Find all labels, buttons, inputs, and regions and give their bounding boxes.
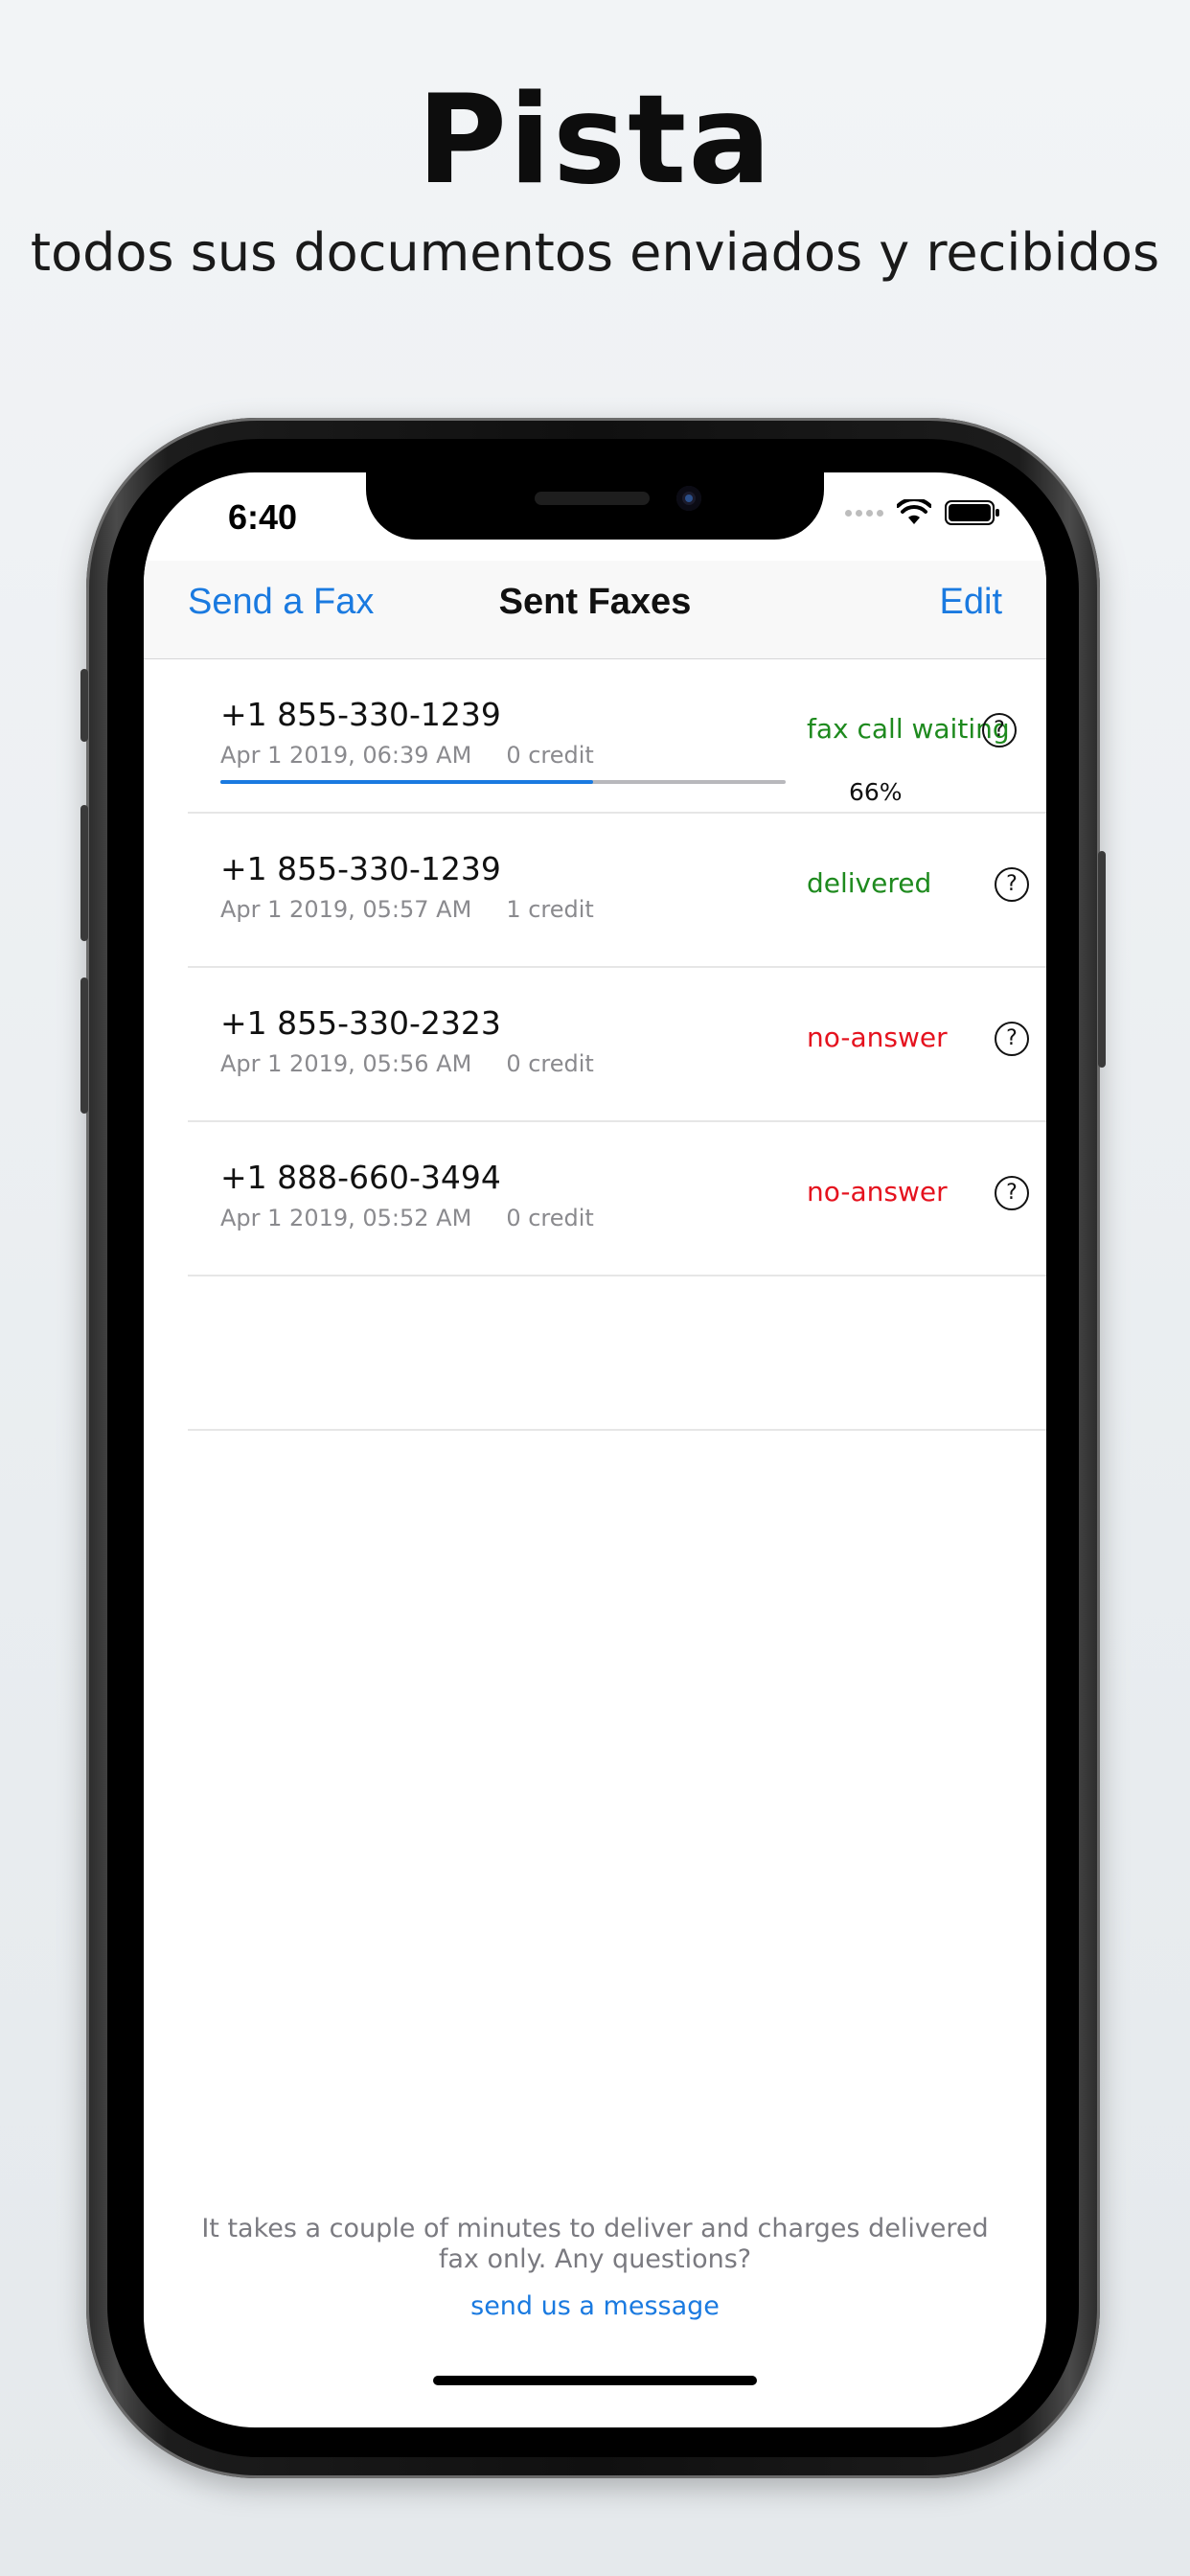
send-message-link[interactable]: send us a message	[144, 2291, 1046, 2321]
fax-date: Apr 1 2019, 06:39 AM	[220, 742, 472, 769]
fax-meta: Apr 1 2019, 05:56 AM 0 credit	[220, 1050, 594, 1077]
page-title: Sent Faxes	[498, 582, 692, 622]
fax-row[interactable]: +1 888-660-3494 Apr 1 2019, 05:52 AM 0 cr…	[188, 1122, 1046, 1276]
empty-row	[188, 1276, 1046, 1431]
volume-down-button	[80, 978, 88, 1114]
fax-number: +1 855-330-1239	[220, 696, 501, 733]
fax-date: Apr 1 2019, 05:52 AM	[220, 1205, 472, 1231]
camera	[676, 486, 701, 511]
fax-status: delivered	[807, 867, 932, 899]
fax-status: no-answer	[807, 1022, 948, 1053]
fax-credit: 1 credit	[506, 896, 594, 923]
fax-status: no-answer	[807, 1176, 948, 1208]
fax-status: fax call waiting	[807, 713, 1010, 745]
promo-subheadline: todos sus documentos enviados y recibido…	[30, 222, 1160, 283]
fax-meta: Apr 1 2019, 05:57 AM 1 credit	[220, 896, 594, 923]
wifi-icon	[897, 499, 931, 524]
fax-credit: 0 credit	[506, 742, 594, 769]
edit-button[interactable]: Edit	[940, 582, 1002, 623]
footer-note: It takes a couple of minutes to deliver …	[201, 2214, 989, 2274]
home-indicator[interactable]	[433, 2376, 757, 2385]
phone-screen: 6:40 Send a Fax Sent Faxes Edit +1 855-3…	[144, 472, 1046, 2427]
fax-number: +1 855-330-1239	[220, 850, 501, 887]
signal-icon	[845, 509, 883, 517]
fax-meta: Apr 1 2019, 06:39 AM 0 credit	[220, 742, 594, 769]
status-icons	[845, 499, 1000, 526]
fax-meta: Apr 1 2019, 05:52 AM 0 credit	[220, 1205, 594, 1231]
status-time: 6:40	[228, 497, 298, 537]
fax-number: +1 888-660-3494	[220, 1159, 501, 1196]
promo-headline: Pista	[417, 69, 773, 212]
progress-bar	[220, 780, 786, 784]
fax-row[interactable]: +1 855-330-1239 Apr 1 2019, 06:39 AM 0 cr…	[188, 659, 1046, 814]
battery-icon	[945, 500, 999, 525]
power-button	[1098, 851, 1106, 1068]
help-icon[interactable]: ?	[995, 1176, 1029, 1210]
fax-date: Apr 1 2019, 05:57 AM	[220, 896, 472, 923]
navigation-bar: Send a Fax Sent Faxes Edit	[144, 561, 1046, 659]
volume-up-button	[80, 805, 88, 941]
help-icon[interactable]: ?	[982, 713, 1017, 748]
fax-number: +1 855-330-2323	[220, 1004, 501, 1042]
silent-switch	[80, 669, 88, 742]
progress-percent: 66%	[849, 778, 903, 806]
notch	[366, 472, 824, 540]
help-icon[interactable]: ?	[995, 1022, 1029, 1056]
fax-row[interactable]: +1 855-330-2323 Apr 1 2019, 05:56 AM 0 cr…	[188, 968, 1046, 1122]
fax-list: +1 855-330-1239 Apr 1 2019, 06:39 AM 0 cr…	[144, 659, 1046, 1431]
fax-credit: 0 credit	[506, 1050, 594, 1077]
fax-row[interactable]: +1 855-330-1239 Apr 1 2019, 05:57 AM 1 cr…	[188, 814, 1046, 968]
help-icon[interactable]: ?	[995, 867, 1029, 902]
speaker	[535, 492, 650, 505]
fax-credit: 0 credit	[506, 1205, 594, 1231]
fax-date: Apr 1 2019, 05:56 AM	[220, 1050, 472, 1077]
progress-fill	[220, 780, 594, 784]
